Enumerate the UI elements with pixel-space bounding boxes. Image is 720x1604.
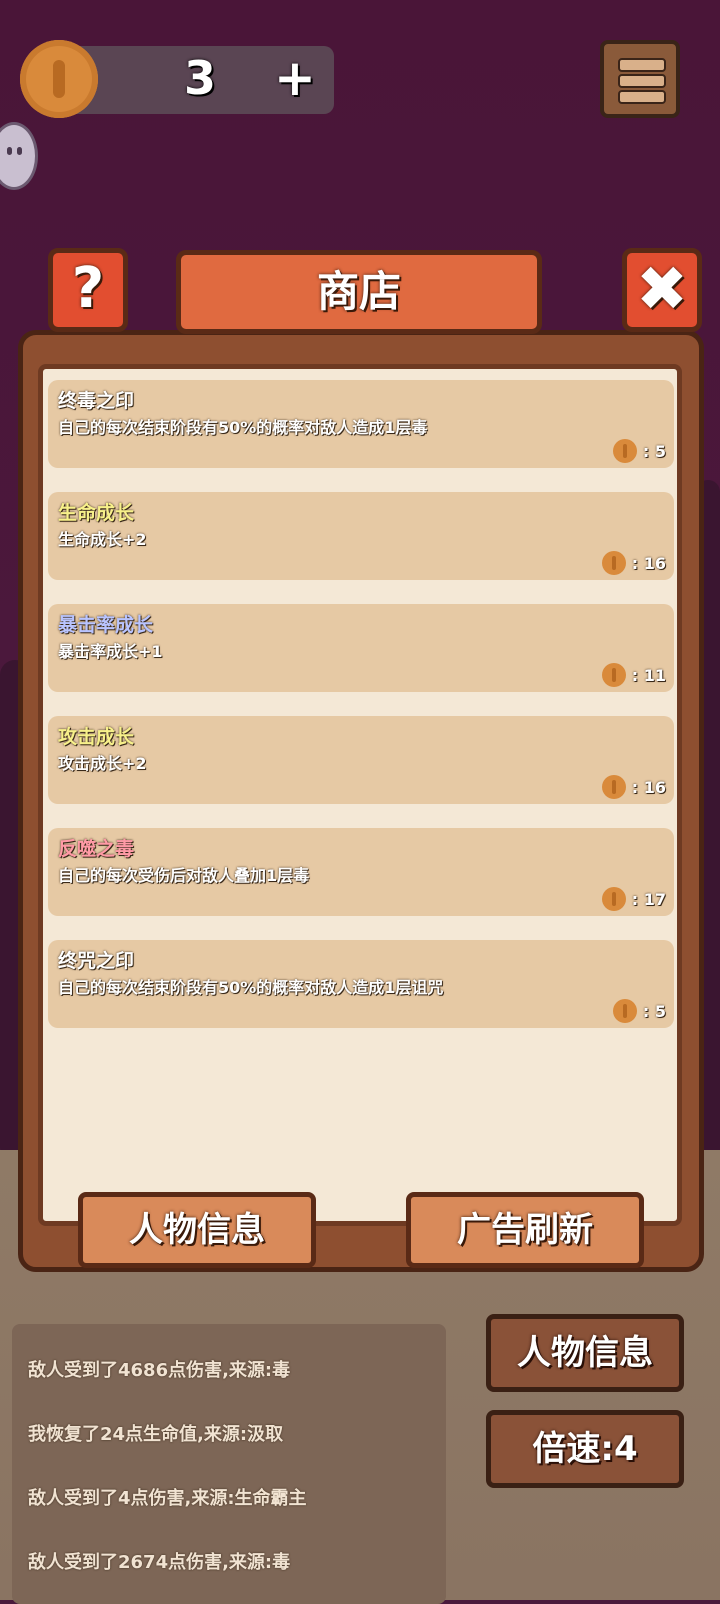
- shop-item[interactable]: 终毒之印 自己的每次结束阶段有50%的概率对敌人造成1层毒 : 5: [48, 380, 674, 468]
- shop-item-price-value: : 16: [631, 777, 666, 797]
- shop-item-price: : 5: [612, 998, 666, 1024]
- shop-item-price-value: : 5: [642, 1001, 666, 1021]
- battle-log-line: 敌人受到了4点伤害,来源:生命霸主: [28, 1488, 307, 1509]
- shop-item[interactable]: 暴击率成长 暴击率成长+1 : 11: [48, 604, 674, 692]
- coin-icon: [612, 999, 637, 1023]
- hamburger-menu-icon: [618, 58, 666, 72]
- battle-log: 敌人受到了4686点伤害,来源:毒 我恢复了24点生命值,来源:汲取 敌人受到了…: [12, 1324, 446, 1604]
- shop-item-name: 终咒之印: [58, 950, 135, 972]
- coin-icon: [601, 775, 626, 799]
- shop-item-price-value: : 11: [631, 665, 666, 685]
- shop-title: 商店: [316, 267, 401, 316]
- shop-item-description: 暴击率成长+1: [58, 642, 163, 661]
- shop-item-description: 自己的每次结束阶段有50%的概率对敌人造成1层诅咒: [58, 978, 444, 997]
- coin-icon: [601, 551, 626, 575]
- shop-item-price: : 17: [601, 886, 666, 912]
- shop-item-description: 攻击成长+2: [58, 754, 147, 773]
- shop-item-name: 攻击成长: [58, 726, 135, 748]
- shop-item-price-value: : 16: [631, 553, 666, 573]
- shop-item-description: 生命成长+2: [58, 530, 147, 549]
- shop-item-name: 暴击率成长: [58, 614, 154, 636]
- close-button[interactable]: ✖: [622, 248, 702, 332]
- help-button[interactable]: ?: [48, 248, 128, 332]
- coin-icon: [601, 887, 626, 911]
- shop-item-description: 自己的每次受伤后对敌人叠加1层毒: [58, 866, 310, 885]
- shop-item-price: : 16: [601, 550, 666, 576]
- shop-item-name: 终毒之印: [58, 390, 135, 412]
- shop-title-plank: 商店: [176, 250, 542, 334]
- add-coins-button[interactable]: +: [270, 48, 320, 108]
- coin-count: 3: [183, 51, 216, 105]
- battle-log-line: 敌人受到了2674点伤害,来源:毒: [28, 1552, 291, 1573]
- shop-item[interactable]: 反噬之毒 自己的每次受伤后对敌人叠加1层毒 : 17: [48, 828, 674, 916]
- shop-item[interactable]: 生命成长 生命成长+2 : 16: [48, 492, 674, 580]
- shop-item-price: : 5: [612, 438, 666, 464]
- shop-item-name: 生命成长: [58, 502, 135, 524]
- ad-refresh-button[interactable]: 广告刷新: [406, 1192, 644, 1268]
- shop-item-description: 自己的每次结束阶段有50%的概率对敌人造成1层毒: [58, 418, 428, 437]
- coin-icon: [20, 40, 98, 118]
- shop-item-name: 反噬之毒: [58, 838, 135, 860]
- character-info-side-button[interactable]: 人物信息: [486, 1314, 684, 1392]
- speed-button[interactable]: 倍速:4: [486, 1410, 684, 1488]
- shop-item[interactable]: 终咒之印 自己的每次结束阶段有50%的概率对敌人造成1层诅咒 : 5: [48, 940, 674, 1028]
- shop-item[interactable]: 攻击成长 攻击成长+2 : 16: [48, 716, 674, 804]
- shop-item-price: : 16: [601, 774, 666, 800]
- coin-icon: [601, 663, 626, 687]
- shop-item-price-value: : 5: [642, 441, 666, 461]
- coin-icon: [612, 439, 637, 463]
- character-info-button[interactable]: 人物信息: [78, 1192, 316, 1268]
- menu-button[interactable]: [600, 40, 680, 118]
- shop-item-price: : 11: [601, 662, 666, 688]
- coin-counter: 3 +: [20, 40, 334, 118]
- battle-log-line: 敌人受到了4686点伤害,来源:毒: [28, 1360, 291, 1381]
- battle-log-line: 我恢复了24点生命值,来源:汲取: [28, 1424, 284, 1445]
- shop-item-price-value: : 17: [631, 889, 666, 909]
